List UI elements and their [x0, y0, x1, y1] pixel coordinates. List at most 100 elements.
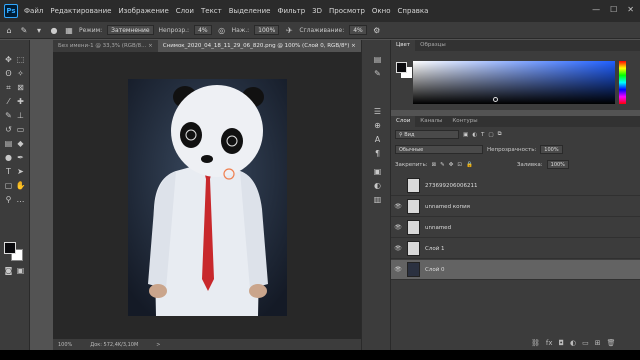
layer-opacity-field[interactable]: 100%: [540, 145, 563, 154]
foreground-color-chip[interactable]: [396, 62, 407, 73]
brushes-icon[interactable]: ☰: [372, 106, 383, 117]
menu-select[interactable]: Выделение: [229, 7, 271, 15]
pressure-opacity-icon[interactable]: ◎: [217, 25, 227, 35]
zoom-icon[interactable]: ⚲: [3, 194, 14, 205]
chevron-down-icon[interactable]: ▾: [34, 25, 44, 35]
tab-paths[interactable]: Контуры: [447, 116, 482, 127]
lasso-icon[interactable]: ʘ: [3, 68, 14, 79]
tab-close-icon[interactable]: ×: [351, 43, 356, 49]
magic-wand-icon[interactable]: ✧: [15, 68, 26, 79]
pen-icon[interactable]: ✒: [15, 152, 26, 163]
screen-mode-icon[interactable]: ▣: [15, 265, 26, 276]
lock-artboard-icon[interactable]: ⊡: [457, 162, 462, 168]
brush-preset-icon[interactable]: ●: [49, 25, 59, 35]
opacity-field[interactable]: 4%: [194, 25, 212, 35]
lock-transparent-icon[interactable]: ⊠: [432, 162, 437, 168]
document-image[interactable]: [128, 79, 287, 316]
layer-row-selected[interactable]: 👁 Слой 0: [391, 260, 640, 280]
libraries-icon[interactable]: ▥: [372, 194, 383, 205]
color-field[interactable]: [413, 61, 615, 104]
filter-pixel-icon[interactable]: ▣: [463, 132, 468, 138]
status-arrow-icon[interactable]: >: [156, 342, 160, 348]
menu-file[interactable]: Файл: [24, 7, 43, 15]
menu-window[interactable]: Окно: [372, 7, 391, 15]
dodge-icon[interactable]: ●: [3, 152, 14, 163]
brush-settings-icon[interactable]: ▦: [64, 25, 74, 35]
canvas-area[interactable]: [53, 52, 361, 339]
blur-icon[interactable]: ◆: [15, 138, 26, 149]
filter-type-icon[interactable]: T: [481, 132, 484, 138]
tab-swatches[interactable]: Образцы: [415, 40, 451, 51]
fill-field[interactable]: 100%: [546, 160, 569, 169]
gradient-icon[interactable]: ▤: [3, 138, 14, 149]
menu-image[interactable]: Изображение: [118, 7, 168, 15]
tab-close-icon[interactable]: ×: [148, 43, 153, 49]
zoom-level[interactable]: 100%: [58, 342, 72, 348]
lock-pixels-icon[interactable]: ✎: [440, 162, 445, 168]
group-icon[interactable]: ▭: [582, 339, 589, 347]
hue-slider[interactable]: [619, 61, 626, 104]
tab-layers[interactable]: Слои: [391, 116, 416, 127]
menu-edit[interactable]: Редактирование: [50, 7, 111, 15]
adjustment-layer-icon[interactable]: ◐: [570, 339, 576, 347]
blend-mode-select[interactable]: Обычные: [395, 145, 483, 154]
history-icon[interactable]: ▤: [372, 54, 383, 65]
brush-tool-icon[interactable]: ✎: [19, 25, 29, 35]
filter-adjust-icon[interactable]: ◐: [472, 132, 477, 138]
minimize-icon[interactable]: —: [592, 5, 600, 14]
path-select-icon[interactable]: ➤: [15, 166, 26, 177]
mask-icon[interactable]: ◘: [559, 339, 565, 347]
history-brush-icon[interactable]: ↺: [3, 124, 14, 135]
filter-shape-icon[interactable]: ▢: [488, 132, 493, 138]
close-icon[interactable]: ✕: [627, 5, 634, 14]
trash-icon[interactable]: 🗑: [607, 339, 616, 347]
menu-3d[interactable]: 3D: [312, 7, 322, 15]
menu-type[interactable]: Текст: [201, 7, 222, 15]
color-picker-ring[interactable]: [493, 97, 498, 102]
healing-icon[interactable]: ✚: [15, 96, 26, 107]
hand-icon[interactable]: ✋: [15, 180, 26, 191]
marquee-icon[interactable]: ⬚: [15, 54, 26, 65]
layer-row[interactable]: 👁 unnamed копия: [391, 197, 640, 217]
tab-color[interactable]: Цвет: [391, 40, 416, 51]
pressure-field[interactable]: 100%: [254, 25, 280, 35]
crop-icon[interactable]: ⌗: [3, 82, 14, 93]
new-layer-icon[interactable]: ⊞: [595, 339, 601, 347]
quick-mask-icon[interactable]: ◙: [3, 265, 14, 276]
fx-icon[interactable]: fx: [546, 339, 553, 347]
layer-row[interactable]: 👁 unnamed: [391, 218, 640, 238]
frame-icon[interactable]: ⊠: [15, 82, 26, 93]
more-tools-icon[interactable]: …: [15, 194, 26, 205]
home-icon[interactable]: ⌂: [4, 25, 14, 35]
clone-source-icon[interactable]: ⊕: [372, 120, 383, 131]
filter-smart-icon[interactable]: ⧉: [498, 131, 502, 138]
properties-icon[interactable]: ▣: [372, 166, 383, 177]
eye-icon[interactable]: 👁: [391, 245, 405, 252]
airbrush-icon[interactable]: ✈: [284, 25, 294, 35]
tab-snapshot[interactable]: Снимок_2020_04_18_11_29_06_820.png @ 100…: [157, 40, 361, 52]
eraser-icon[interactable]: ▭: [15, 124, 26, 135]
maximize-icon[interactable]: ☐: [610, 5, 617, 14]
menu-filter[interactable]: Фильтр: [277, 7, 305, 15]
brush-icon[interactable]: ✎: [3, 110, 14, 121]
character-icon[interactable]: A: [372, 134, 383, 145]
shape-icon[interactable]: ▢: [3, 180, 14, 191]
mode-select[interactable]: Затемнение: [107, 25, 154, 35]
menu-view[interactable]: Просмотр: [329, 7, 365, 15]
move-icon[interactable]: ✥: [3, 54, 14, 65]
stamp-icon[interactable]: ⊥: [15, 110, 26, 121]
lock-all-icon[interactable]: 🔒: [466, 162, 473, 168]
tab-channels[interactable]: Каналы: [415, 116, 447, 127]
tab-untitled[interactable]: Без имени-1 @ 33,3% (RGB/8... ×: [53, 40, 158, 52]
eye-icon[interactable]: 👁: [391, 224, 405, 231]
eyedropper-icon[interactable]: ⁄: [3, 96, 14, 107]
smoothing-field[interactable]: 4%: [349, 25, 367, 35]
eye-icon[interactable]: 👁: [391, 203, 405, 210]
layer-filter-select[interactable]: ⚲ Вид: [395, 130, 459, 139]
eye-icon[interactable]: 👁: [391, 266, 405, 273]
lock-position-icon[interactable]: ✥: [449, 162, 454, 168]
layer-row[interactable]: 👁 Слой 1: [391, 239, 640, 259]
menu-help[interactable]: Справка: [398, 7, 429, 15]
type-icon[interactable]: T: [3, 166, 14, 177]
paragraph-icon[interactable]: ¶: [372, 148, 383, 159]
